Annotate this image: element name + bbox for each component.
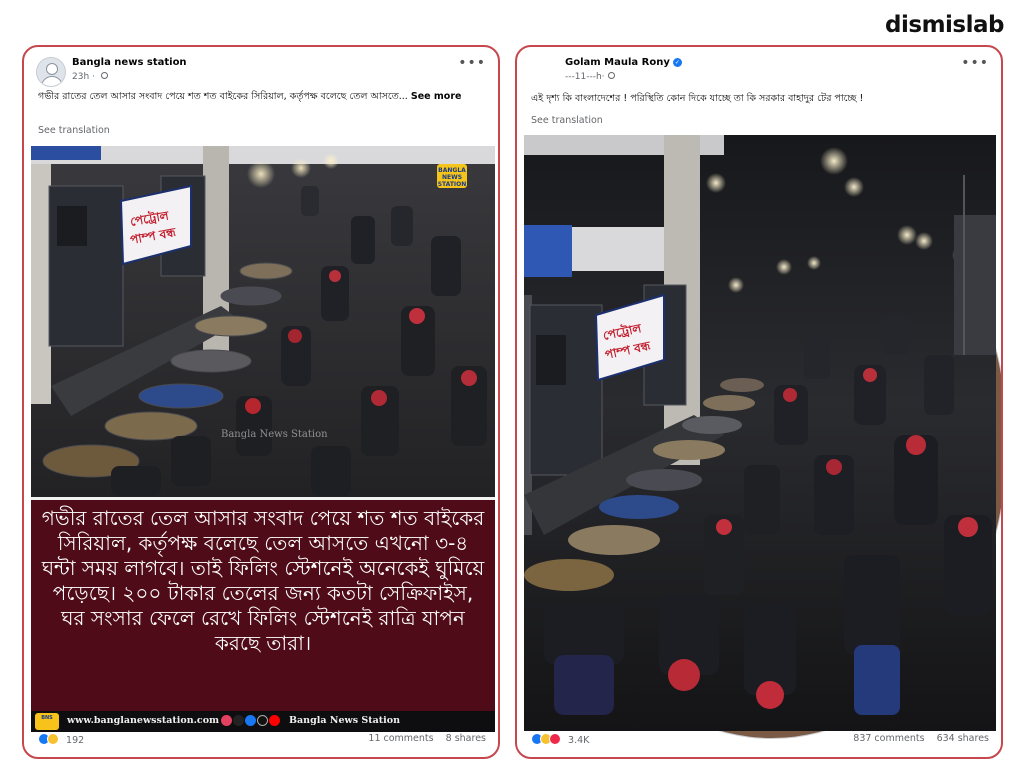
shares-count[interactable]: 634 shares — [937, 733, 989, 744]
reactions[interactable]: 3.4K — [531, 733, 589, 749]
globe-icon — [100, 72, 108, 79]
social-icons — [221, 715, 285, 727]
post-image[interactable]: পেট্রোল পাম্প বন্ধ — [524, 135, 996, 731]
post-footer: 192 11 comments 8 shares — [38, 733, 486, 749]
post-caption: এই দৃশ্য কি বাংলাদেশের ! পরিস্থিতি কোন দ… — [531, 93, 864, 104]
post-footer: 3.4K 837 comments 634 shares — [531, 733, 989, 749]
header-brand: dismislab — [0, 0, 1024, 44]
post-stats: 11 comments 8 shares — [368, 733, 486, 744]
dismislab-logo: dismislab — [885, 12, 1004, 38]
source-logo-icon: BNS — [35, 713, 59, 730]
see-translation-link[interactable]: See translation — [531, 115, 603, 126]
reactions[interactable]: 192 — [38, 733, 84, 749]
reaction-count: 3.4K — [568, 735, 590, 746]
post-header: Golam Maula Rony ✓ ---11---h· ••• — [529, 55, 1001, 739]
image-text-banner: গভীর রাতের তেল আসার সংবাদ পেয়ে শত শত বা… — [31, 497, 495, 711]
post-time[interactable]: ---11---h· — [565, 72, 615, 82]
tiktok-icon — [257, 715, 268, 726]
love-reaction-icon — [549, 733, 561, 745]
facebook-post-right: Golam Maula Rony ✓ ---11---h· ••• এই দৃশ্… — [515, 45, 1003, 759]
see-more-link[interactable]: See more — [411, 91, 462, 102]
more-options-icon[interactable]: ••• — [458, 56, 486, 70]
fuel-station-night-photo: পেট্রোল পাম্প বন্ধ — [524, 135, 996, 731]
image-watermark: Bangla News Station — [221, 429, 328, 440]
facebook-icon — [245, 715, 256, 726]
globe-icon — [607, 72, 615, 79]
banner-text: গভীর রাতের তেল আসার সংবাদ পেয়ে শত শত বা… — [41, 506, 485, 655]
more-options-icon[interactable]: ••• — [961, 56, 989, 70]
see-translation-link[interactable]: See translation — [38, 125, 110, 136]
youtube-icon — [269, 715, 280, 726]
post-image[interactable]: পেট্রোল পাম্প বন্ধ — [31, 146, 495, 732]
shares-count[interactable]: 8 shares — [446, 733, 486, 744]
post-stats: 837 comments 634 shares — [853, 733, 989, 744]
sad-reaction-icon — [47, 733, 59, 745]
source-url: www.banglanewsstation.com — [67, 715, 220, 726]
page-name[interactable]: Bangla news station — [72, 57, 187, 68]
x-icon — [233, 715, 244, 726]
reaction-count: 192 — [66, 735, 85, 746]
avatar[interactable] — [36, 57, 66, 87]
comments-count[interactable]: 837 comments — [853, 733, 924, 744]
source-page-name: Bangla News Station — [289, 715, 401, 726]
post-time[interactable]: 23h · — [72, 72, 108, 82]
post-header: Bangla news station 23h · ••• — [36, 55, 486, 95]
comments-count[interactable]: 11 comments — [368, 733, 433, 744]
facebook-post-left: Bangla news station 23h · ••• গভীর রাতের… — [22, 45, 500, 759]
post-caption: গভীর রাতের তেল আসার সংবাদ পেয়ে শত শত বা… — [38, 91, 462, 102]
instagram-icon — [221, 715, 232, 726]
image-source-bar: BNS www.banglanewsstation.com Bangla New… — [31, 711, 495, 732]
bangla-news-station-logo: BANGLA NEWS STATION — [437, 164, 467, 188]
verified-badge-icon: ✓ — [672, 58, 682, 67]
page-name[interactable]: Golam Maula Rony ✓ — [565, 57, 682, 68]
